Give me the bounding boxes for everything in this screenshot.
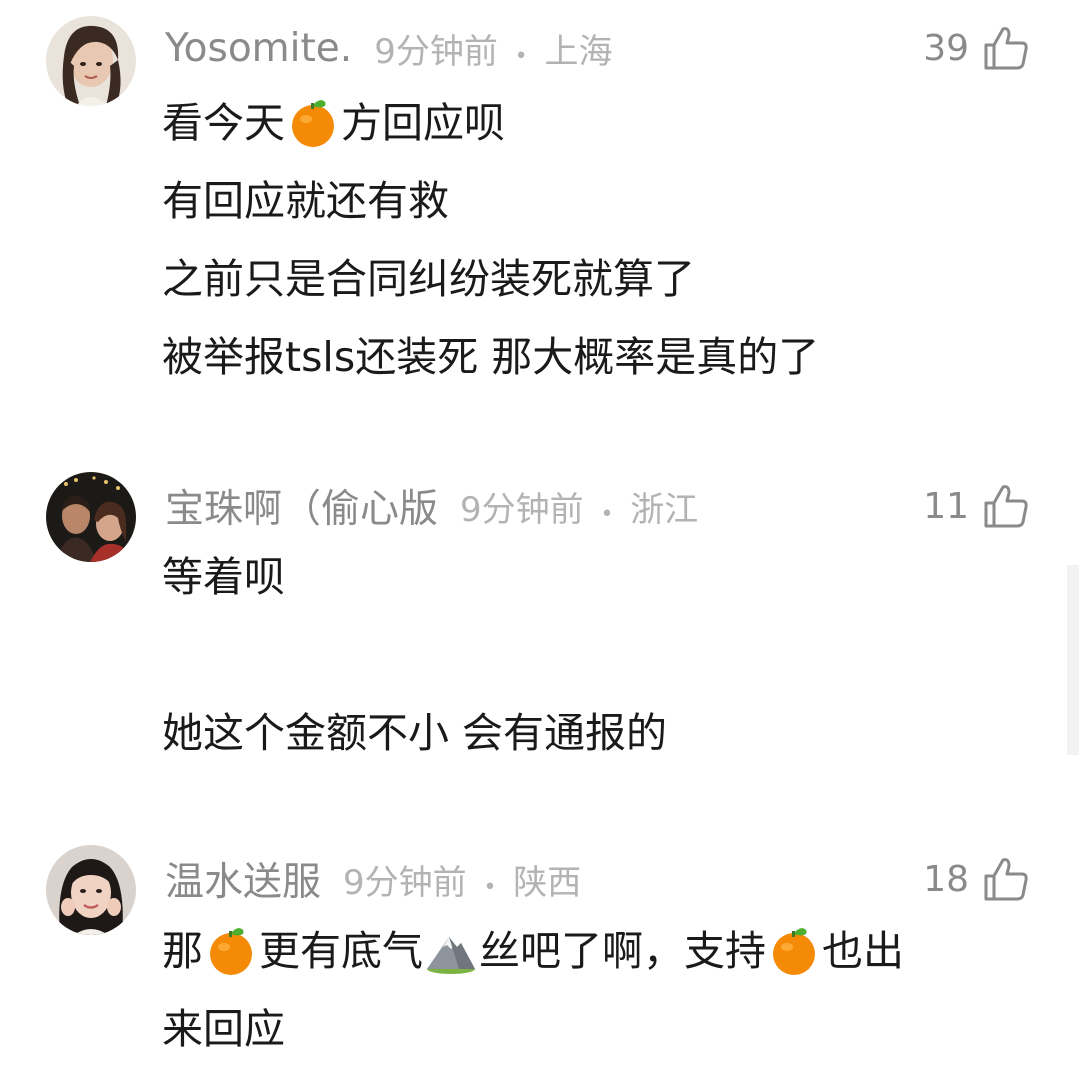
comment-line: 被举报tsls还装死 那大概率是真的了 <box>162 318 819 396</box>
avatar[interactable] <box>46 845 136 935</box>
comment-text: 等着呗 <box>162 553 285 601</box>
orange-emoji <box>768 925 820 977</box>
comment-meta: 9分钟前 • 上海 <box>374 24 612 73</box>
comment-line <box>162 616 667 694</box>
comment-line: 等着呗 <box>162 538 667 616</box>
comment-body: 那 更有底气 丝吧了啊，支持 也出 来回应 <box>162 912 904 1068</box>
comment-header: Yosomite. 9分钟前 • 上海 <box>165 20 612 76</box>
like-count: 11 <box>923 485 969 527</box>
comment-time: 9分钟前 <box>343 862 467 903</box>
comment-text: 来回应 <box>162 1005 285 1053</box>
comment-text: 看今天 <box>162 99 285 147</box>
thumbs-up-icon[interactable] <box>981 481 1031 531</box>
meta-separator: • <box>483 874 497 900</box>
comment-text: 丝吧了啊，支持 <box>479 927 766 975</box>
like-button[interactable]: 11 <box>923 478 1031 534</box>
comment-time: 9分钟前 <box>374 31 498 72</box>
comment-header: 宝珠啊（偷心版 9分钟前 • 浙江 <box>165 478 698 534</box>
comment-header: 温水送服 9分钟前 • 陕西 <box>165 851 581 907</box>
orange-emoji <box>205 925 257 977</box>
comment-meta: 9分钟前 • 陕西 <box>343 855 581 904</box>
thumbs-up-icon[interactable] <box>981 23 1031 73</box>
comment-body: 等着呗 她这个金额不小 会有通报的 <box>162 538 667 772</box>
avatar[interactable] <box>46 472 136 562</box>
like-button[interactable]: 39 <box>923 20 1031 76</box>
comment-location: 浙江 <box>630 489 699 530</box>
comment-text: 她这个金额不小 会有通报的 <box>162 709 668 757</box>
comment-line: 看今天 方回应呗 <box>162 84 819 162</box>
like-count: 39 <box>923 27 969 69</box>
meta-separator: • <box>600 501 614 527</box>
avatar[interactable] <box>46 16 136 106</box>
comment-text: 方回应呗 <box>341 99 505 147</box>
comment-body: 看今天 方回应呗 有回应就还有救 之前只是合同纠纷装死就算了 被举报tsls还装… <box>162 84 819 396</box>
orange-emoji <box>287 97 339 149</box>
comment-line: 来回应 <box>162 990 904 1068</box>
comment-text: 有回应就还有救 <box>162 177 449 225</box>
comment-text: 之前只是合同纠纷装死就算了 <box>162 255 695 303</box>
like-count: 18 <box>923 858 969 900</box>
like-button[interactable]: 18 <box>923 851 1031 907</box>
username[interactable]: Yosomite. <box>165 26 352 71</box>
comment-location: 上海 <box>544 31 613 72</box>
comment-line: 有回应就还有救 <box>162 162 819 240</box>
username[interactable]: 温水送服 <box>165 851 321 907</box>
comment-text: 被举报tsls还装死 那大概率是真的了 <box>162 333 820 381</box>
comment-text: 那 <box>162 927 203 975</box>
comment-time: 9分钟前 <box>460 489 584 530</box>
meta-separator: • <box>514 43 528 69</box>
mountain-emoji <box>425 925 477 977</box>
comment-line: 那 更有底气 丝吧了啊，支持 也出 <box>162 912 904 990</box>
comment-line: 之前只是合同纠纷装死就算了 <box>162 240 819 318</box>
username[interactable]: 宝珠啊（偷心版 <box>165 478 438 534</box>
comment-location: 陕西 <box>513 862 582 903</box>
comment-text: 也出 <box>822 927 904 975</box>
thumbs-up-icon[interactable] <box>981 854 1031 904</box>
scrollbar-track[interactable] <box>1067 565 1079 755</box>
comment-line: 她这个金额不小 会有通报的 <box>162 694 667 772</box>
comment-text: 更有底气 <box>259 927 423 975</box>
comment-meta: 9分钟前 • 浙江 <box>460 482 698 531</box>
